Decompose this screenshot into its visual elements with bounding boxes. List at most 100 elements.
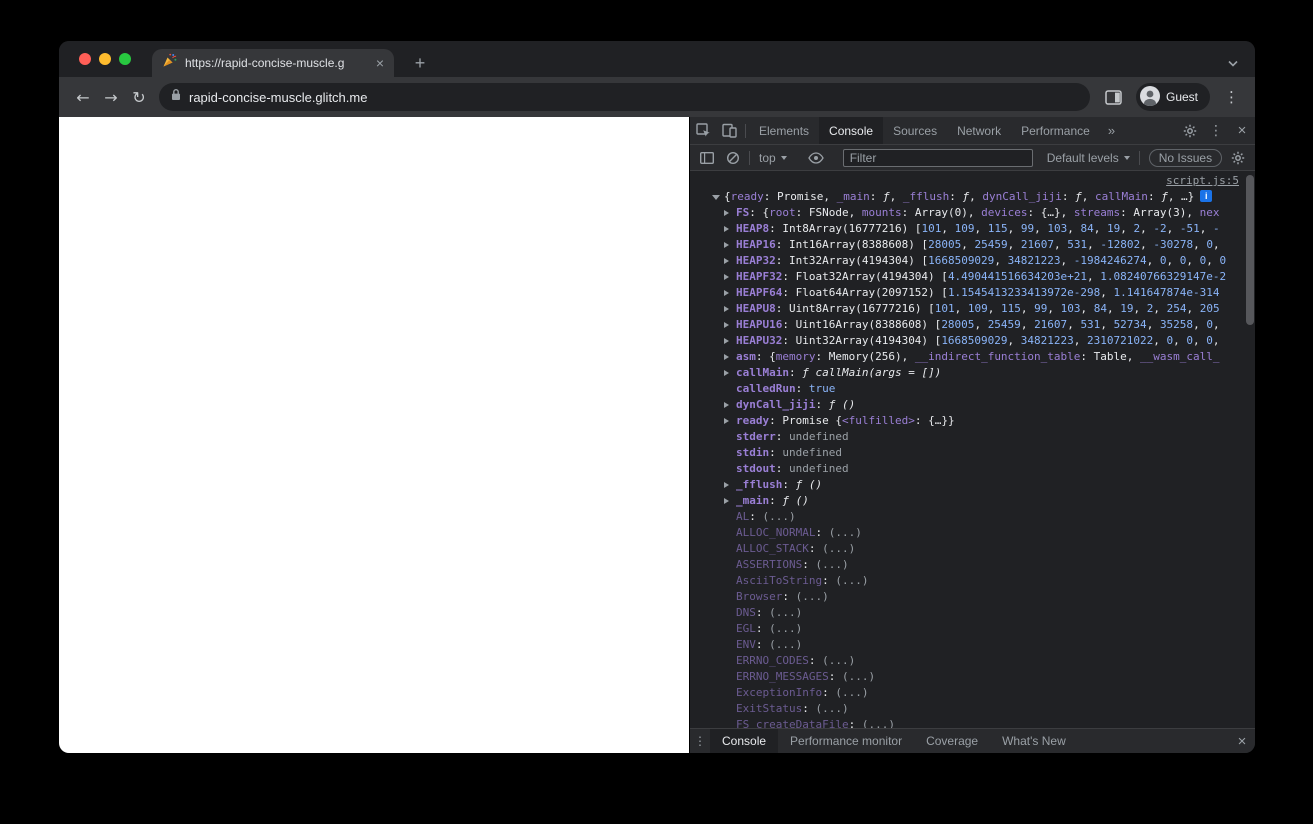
expand-triangle-icon[interactable] [724, 321, 729, 328]
console-line[interactable]: _fflush: ƒ () [690, 477, 1255, 493]
console-sidebar-toggle-icon[interactable] [694, 145, 720, 170]
console-line[interactable]: _main: ƒ () [690, 493, 1255, 509]
forward-button[interactable]: → [97, 83, 125, 111]
minimize-window-button[interactable] [99, 53, 111, 65]
devtools-settings-gear-icon[interactable] [1177, 117, 1203, 144]
new-tab-button[interactable]: + [408, 51, 432, 75]
expand-getter-button[interactable]: (...) [796, 590, 829, 603]
expand-triangle-icon[interactable] [724, 257, 729, 264]
more-tabs-icon[interactable]: » [1100, 123, 1123, 138]
console-line[interactable]: ready: Promise {<fulfilled>: {…}} [690, 413, 1255, 429]
drawer-tab-coverage[interactable]: Coverage [914, 729, 990, 753]
console-line[interactable]: HEAP32: Int32Array(4194304) [1668509029,… [690, 253, 1255, 269]
source-location-link[interactable]: script.js:5 [1166, 174, 1239, 187]
tab-performance[interactable]: Performance [1011, 117, 1100, 144]
number-value: 99 [1020, 222, 1035, 235]
console-line[interactable]: FS: {root: FSNode, mounts: Array(0), dev… [690, 205, 1255, 221]
js-context-selector[interactable]: top [753, 151, 793, 165]
filter-input[interactable] [842, 148, 1033, 167]
expand-triangle-icon[interactable] [724, 289, 729, 296]
clear-console-icon[interactable] [720, 145, 746, 170]
issues-counter[interactable]: No Issues [1148, 148, 1223, 167]
expand-triangle-icon[interactable] [724, 337, 729, 344]
live-expression-eye-icon[interactable] [803, 145, 829, 170]
drawer-close-icon[interactable]: × [1229, 733, 1255, 750]
console-line[interactable]: HEAP8: Int8Array(16777216) [101, 109, 11… [690, 221, 1255, 237]
expand-triangle-icon[interactable] [724, 273, 729, 280]
drawer-tab-whats-new[interactable]: What's New [990, 729, 1078, 753]
zoom-window-button[interactable] [119, 53, 131, 65]
expand-getter-button[interactable]: (...) [822, 542, 855, 555]
tab-console[interactable]: Console [819, 117, 884, 144]
expand-getter-button[interactable]: (...) [815, 558, 848, 571]
drawer-tab-performance-monitor[interactable]: Performance monitor [778, 729, 914, 753]
console-line[interactable]: HEAPU32: Uint32Array(4194304) [166850902… [690, 333, 1255, 349]
expand-triangle-icon[interactable] [724, 225, 729, 232]
console-token: , [1146, 254, 1160, 267]
expand-triangle-icon[interactable] [724, 209, 729, 216]
devtools-menu-icon[interactable]: ⋮ [1203, 117, 1229, 144]
address-bar[interactable]: rapid-concise-muscle.glitch.me [159, 83, 1090, 111]
expand-triangle-icon[interactable] [724, 497, 729, 504]
expand-getter-button[interactable]: (...) [769, 638, 802, 651]
console-line[interactable]: HEAPU16: Uint16Array(8388608) [28005, 25… [690, 317, 1255, 333]
scrollbar-thumb[interactable] [1246, 175, 1254, 325]
tab-search-chevron-icon[interactable] [1227, 55, 1239, 73]
expand-getter-button[interactable]: (...) [763, 510, 796, 523]
expand-getter-button[interactable]: (...) [769, 622, 802, 635]
expand-getter-button[interactable]: (...) [862, 718, 895, 728]
console-line[interactable]: HEAPF64: Float64Array(2097152) [1.154541… [690, 285, 1255, 301]
number-value: 115 [1000, 302, 1021, 315]
console-settings-gear-icon[interactable] [1225, 145, 1251, 170]
side-panel-icon[interactable] [1100, 83, 1128, 111]
expand-getter-button[interactable]: (...) [769, 606, 802, 619]
console-token: : [769, 494, 783, 507]
collapse-triangle-icon[interactable] [712, 195, 720, 200]
browser-tab[interactable]: https://rapid-concise-muscle.g × [152, 49, 394, 77]
number-value: 99 [1034, 302, 1048, 315]
profile-chip[interactable]: Guest [1135, 83, 1210, 111]
console-line[interactable]: HEAP16: Int16Array(8388608) [28005, 2545… [690, 237, 1255, 253]
close-window-button[interactable] [79, 53, 91, 65]
log-levels-dropdown[interactable]: Default levels [1041, 151, 1136, 165]
console-line[interactable]: HEAPF32: Float32Array(4194304) [4.490441… [690, 269, 1255, 285]
console-scrollbar[interactable] [1245, 171, 1255, 728]
console-line[interactable]: callMain: ƒ callMain(args = []) [690, 365, 1255, 381]
tab-sources[interactable]: Sources [883, 117, 947, 144]
console-line[interactable]: dynCall_jiji: ƒ () [690, 397, 1255, 413]
console-line[interactable]: {ready: Promise, _main: ƒ, _fflush: ƒ, d… [690, 189, 1255, 205]
console-token: , [1212, 238, 1220, 251]
expand-triangle-icon[interactable] [724, 417, 729, 424]
device-toolbar-icon[interactable] [716, 117, 742, 144]
inspect-element-icon[interactable] [690, 117, 716, 144]
console-line[interactable]: asm: {memory: Memory(256), __indirect_fu… [690, 349, 1255, 365]
console-token: : [769, 446, 783, 459]
expand-triangle-icon[interactable] [724, 481, 729, 488]
expand-triangle-icon[interactable] [724, 369, 729, 376]
console-token: : [815, 526, 829, 539]
expand-triangle-icon[interactable] [724, 353, 729, 360]
tab-network[interactable]: Network [947, 117, 1011, 144]
expand-getter-button[interactable]: (...) [842, 670, 875, 683]
console-token: , [1080, 302, 1094, 315]
expand-triangle-icon[interactable] [724, 305, 729, 312]
console-token: : [755, 606, 770, 619]
expand-getter-button[interactable]: (...) [829, 526, 862, 539]
expand-getter-button[interactable]: (...) [835, 686, 868, 699]
reload-button[interactable]: ↻ [125, 83, 153, 111]
expand-triangle-icon[interactable] [724, 241, 729, 248]
drawer-menu-icon[interactable]: ⋮ [690, 734, 710, 748]
expand-getter-button[interactable]: (...) [822, 654, 855, 667]
expand-triangle-icon[interactable] [724, 401, 729, 408]
expand-getter-button[interactable]: (...) [815, 702, 848, 715]
back-button[interactable]: ← [69, 83, 97, 111]
expand-getter-button[interactable]: (...) [835, 574, 868, 587]
lock-icon[interactable] [171, 88, 181, 106]
console-token: : [828, 670, 842, 683]
drawer-tab-console[interactable]: Console [710, 729, 779, 753]
console-line[interactable]: HEAPU8: Uint8Array(16777216) [101, 109, … [690, 301, 1255, 317]
devtools-close-icon[interactable]: × [1229, 122, 1255, 139]
tab-close-icon[interactable]: × [374, 56, 386, 70]
tab-elements[interactable]: Elements [749, 117, 819, 144]
browser-menu-icon[interactable]: ⋮ [1218, 88, 1245, 106]
